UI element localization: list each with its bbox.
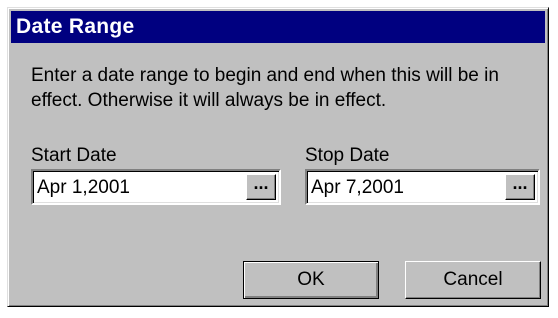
start-date-label: Start Date [31,145,117,166]
stop-date-label: Stop Date [305,145,390,166]
dialog-title: Date Range [16,15,135,38]
stop-date-browse-button[interactable]: ... [505,174,535,200]
start-date-browse-button[interactable]: ... [246,174,276,200]
title-bar[interactable]: Date Range [11,11,545,43]
date-range-dialog: Date Range Enter a date range to begin a… [7,7,549,307]
cancel-button[interactable]: Cancel [405,261,541,299]
stop-date-value[interactable]: Apr 7,2001 [311,177,404,199]
stop-date-field[interactable]: Apr 7,2001 ... [305,169,540,205]
start-date-value[interactable]: Apr 1,2001 [37,177,130,199]
ok-button[interactable]: OK [243,261,379,299]
start-date-field[interactable]: Apr 1,2001 ... [31,169,281,205]
instructions-text: Enter a date range to begin and end when… [31,65,499,111]
